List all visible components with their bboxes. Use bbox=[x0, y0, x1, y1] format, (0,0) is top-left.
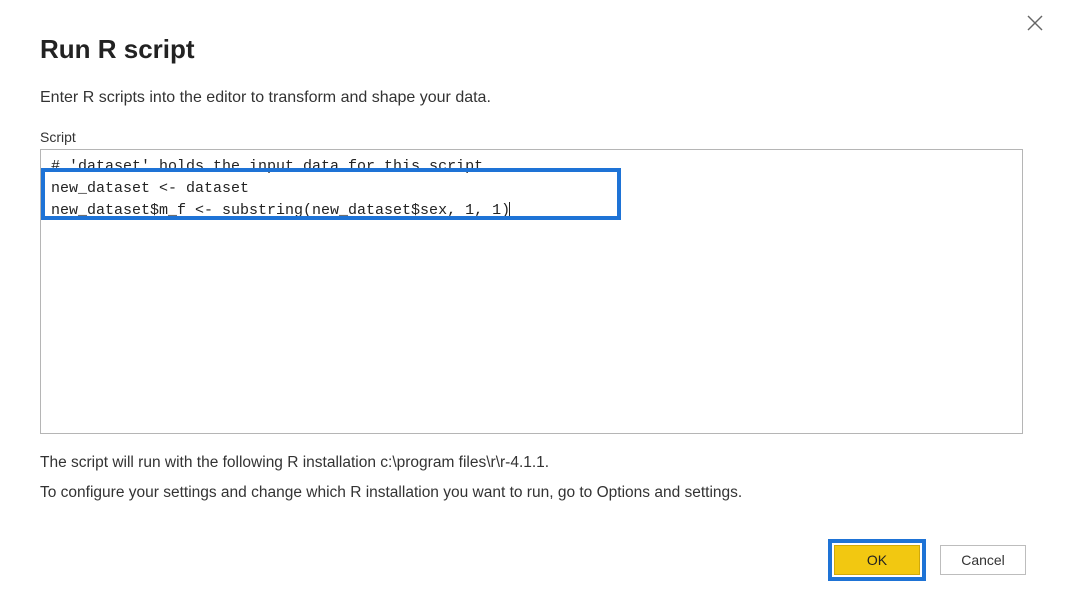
close-icon[interactable] bbox=[1024, 14, 1046, 36]
button-row: OK Cancel bbox=[828, 539, 1026, 581]
script-editor[interactable]: # 'dataset' holds the input data for thi… bbox=[40, 149, 1023, 434]
dialog-subtitle: Enter R scripts into the editor to trans… bbox=[40, 89, 1028, 107]
cancel-button[interactable]: Cancel bbox=[940, 545, 1026, 575]
info-block: The script will run with the following R… bbox=[40, 448, 1028, 508]
dialog-title: Run R script bbox=[40, 34, 1028, 65]
run-r-script-dialog: Run R script Enter R scripts into the ed… bbox=[0, 0, 1068, 603]
script-line: new_dataset$m_f <- substring(new_dataset… bbox=[51, 200, 1012, 222]
ok-button[interactable]: OK bbox=[834, 545, 920, 575]
script-line: new_dataset <- dataset bbox=[51, 178, 1012, 200]
script-line: # 'dataset' holds the input data for thi… bbox=[51, 156, 1012, 178]
ok-highlight-annotation: OK bbox=[828, 539, 926, 581]
info-line: The script will run with the following R… bbox=[40, 448, 1028, 478]
info-line: To configure your settings and change wh… bbox=[40, 478, 1028, 508]
script-label: Script bbox=[40, 129, 1028, 145]
